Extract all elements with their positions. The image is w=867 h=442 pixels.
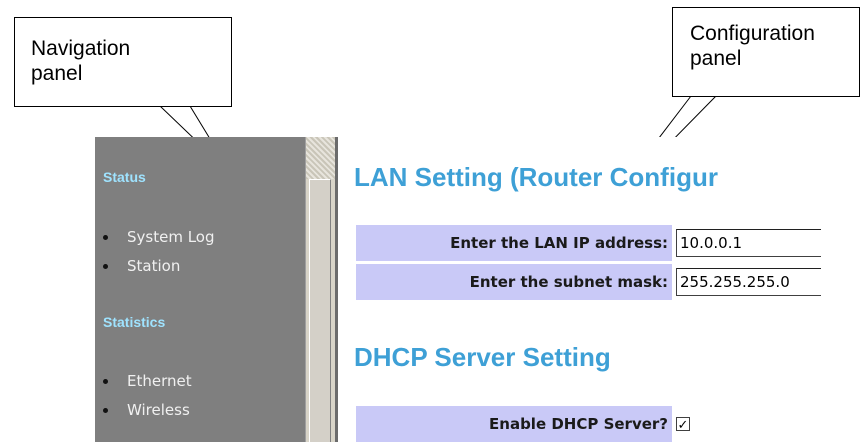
navigation-callout-line1: Navigation — [31, 37, 131, 60]
configuration-panel: LAN Setting (Router Configur Enter the L… — [338, 137, 821, 442]
nav-item-ethernet[interactable]: Ethernet — [103, 367, 192, 396]
subnet-mask-input[interactable] — [676, 268, 821, 296]
bullet-icon — [103, 379, 108, 384]
nav-list-statistics: Ethernet Wireless — [103, 367, 192, 425]
configuration-callout: Configuration panel — [672, 7, 860, 97]
nav-item-label: Station — [127, 257, 181, 275]
bullet-icon — [103, 264, 108, 269]
subnet-mask-row: Enter the subnet mask: — [356, 264, 821, 300]
dhcp-enable-label: Enable DHCP Server? — [356, 406, 672, 442]
nav-section-title-status: Status — [103, 169, 146, 185]
lan-ip-input[interactable] — [676, 229, 821, 257]
scrollbar-track — [306, 137, 335, 179]
router-ui-screenshot: Status System Log Station Statistics Eth… — [95, 137, 821, 442]
checkmark-icon: ✓ — [677, 416, 689, 432]
subnet-mask-label: Enter the subnet mask: — [356, 264, 672, 300]
dhcp-server-heading: DHCP Server Setting — [354, 342, 611, 372]
nav-item-label: Ethernet — [127, 372, 192, 390]
lan-ip-label: Enter the LAN IP address: — [356, 225, 672, 261]
bullet-icon — [103, 408, 108, 413]
navigation-callout: Navigation panel — [14, 17, 232, 107]
lan-ip-row: Enter the LAN IP address: — [356, 225, 821, 261]
configuration-callout-line1: Configuration — [690, 22, 815, 45]
bullet-icon — [103, 235, 108, 240]
nav-section-title-statistics: Statistics — [103, 314, 166, 330]
lan-setting-heading: LAN Setting (Router Configur — [354, 162, 718, 192]
nav-item-station[interactable]: Station — [103, 252, 215, 281]
nav-item-label: Wireless — [127, 401, 190, 419]
navigation-panel: Status System Log Station Statistics Eth… — [95, 137, 305, 442]
dhcp-enable-row: Enable DHCP Server? ✓ — [356, 406, 821, 442]
nav-scrollbar[interactable] — [305, 137, 335, 442]
nav-list-status: System Log Station — [103, 223, 215, 281]
dhcp-enable-checkbox[interactable]: ✓ — [676, 417, 690, 431]
nav-item-wireless[interactable]: Wireless — [103, 396, 192, 425]
navigation-callout-line2: panel — [31, 62, 83, 85]
nav-item-system-log[interactable]: System Log — [103, 223, 215, 252]
configuration-callout-line2: panel — [690, 47, 742, 70]
scrollbar-thumb[interactable] — [309, 179, 331, 442]
nav-item-label: System Log — [127, 228, 215, 246]
